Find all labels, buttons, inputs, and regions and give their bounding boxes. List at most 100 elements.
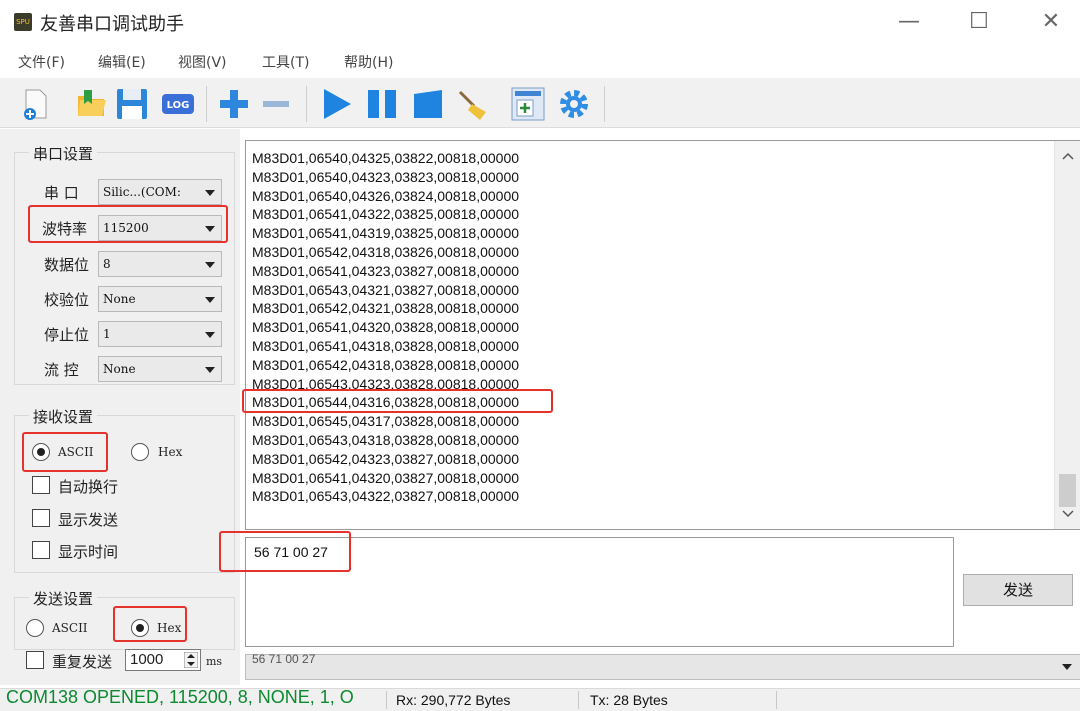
menu-bar: 文件(F) 编辑(E) 视图(V) 工具(T) 帮助(H) (0, 48, 1080, 74)
parity-select[interactable]: None (98, 286, 222, 312)
receive-line: M83D01,06543,04322,03827,00818,00000 (252, 488, 520, 505)
send-settings-group: 发送设置 (14, 588, 235, 650)
stop-icon[interactable] (410, 86, 446, 122)
show-send-label: 显示发送 (58, 511, 119, 529)
open-folder-icon[interactable] (74, 86, 110, 122)
toolbar: LOG (0, 78, 1080, 128)
toolbar-separator (306, 86, 307, 122)
send-textarea[interactable]: 56 71 00 27 (245, 537, 954, 647)
receive-line: M83D01,06544,04316,03828,00818,00000 (252, 394, 520, 411)
parity-label: 校验位 (44, 291, 90, 309)
receive-ascii-radio[interactable] (32, 443, 50, 461)
parity-value: None (103, 292, 136, 306)
send-button[interactable]: 发送 (963, 574, 1073, 606)
window-title: 友善串口调试助手 (40, 14, 184, 35)
scroll-thumb[interactable] (1059, 474, 1076, 507)
status-separator (386, 691, 387, 709)
send-hex-radio[interactable] (131, 619, 149, 637)
flow-value: None (103, 362, 136, 376)
chevron-down-icon (205, 262, 215, 268)
toolbar-separator (206, 86, 207, 122)
receive-line: M83D01,06545,04317,03828,00818,00000 (252, 413, 520, 430)
receive-line: M83D01,06541,04320,03827,00818,00000 (252, 469, 520, 486)
receive-hex-label: Hex (158, 445, 183, 459)
chevron-down-icon[interactable] (1062, 664, 1072, 670)
receive-scrollbar[interactable] (1054, 141, 1080, 529)
send-ascii-label: ASCII (52, 621, 88, 635)
spin-arrows-icon[interactable] (184, 652, 198, 668)
repeat-interval-value: 1000 (130, 651, 164, 668)
menu-help[interactable]: 帮助(H) (344, 52, 393, 72)
clear-broom-icon[interactable] (456, 86, 492, 122)
menu-file[interactable]: 文件(F) (18, 52, 65, 72)
receive-line: M83D01,06542,04321,03828,00818,00000 (252, 300, 520, 317)
pause-icon[interactable] (364, 86, 400, 122)
receive-line: M83D01,06540,04325,03822,00818,00000 (252, 150, 520, 166)
databits-select[interactable]: 8 (98, 251, 222, 277)
scroll-up-icon[interactable] (1062, 151, 1074, 161)
play-icon[interactable] (318, 86, 354, 122)
stopbits-value: 1 (103, 327, 111, 341)
receive-line: M83D01,06543,04323,03828,00818,00000 (252, 375, 520, 392)
toolbar-separator (604, 86, 605, 122)
receive-line: M83D01,06542,04318,03826,00818,00000 (252, 243, 520, 260)
show-send-checkbox[interactable] (32, 509, 50, 527)
scroll-down-icon[interactable] (1062, 509, 1074, 519)
port-value: Silic...(COM: (103, 185, 181, 199)
maximize-button[interactable]: ☐ (956, 6, 1002, 38)
settings-panel: 串口设置 串 口 Silic...(COM: 波特率 115200 数据位 8 … (0, 129, 240, 685)
receive-line: M83D01,06541,04323,03827,00818,00000 (252, 262, 520, 279)
app-icon: SPU (14, 13, 32, 31)
receive-hex-radio[interactable] (131, 443, 149, 461)
stopbits-select[interactable]: 1 (98, 321, 222, 347)
new-file-icon[interactable] (18, 86, 54, 122)
receive-line: M83D01,06541,04318,03828,00818,00000 (252, 337, 520, 354)
ms-unit-label: ms (206, 655, 223, 668)
close-button[interactable]: ✕ (1028, 6, 1074, 38)
baud-label: 波特率 (42, 220, 88, 238)
save-disk-icon[interactable] (114, 86, 150, 122)
log-icon[interactable]: LOG (160, 86, 196, 122)
show-time-checkbox[interactable] (32, 541, 50, 559)
repeat-send-label: 重复发送 (52, 653, 113, 671)
send-settings-title: 发送设置 (29, 588, 98, 609)
flow-label: 流 控 (44, 361, 79, 379)
receive-settings-title: 接收设置 (29, 406, 98, 427)
status-port: COM138 OPENED, 115200, 8, NONE, 1, O (6, 687, 354, 707)
receive-ascii-label: ASCII (58, 445, 94, 459)
log-icon-text: LOG (167, 100, 190, 111)
receive-line: M83D01,06541,04322,03825,00818,00000 (252, 206, 520, 223)
serial-settings-title: 串口设置 (29, 143, 98, 164)
status-bar: COM138 OPENED, 115200, 8, NONE, 1, O Rx:… (0, 687, 1080, 711)
auto-wrap-checkbox[interactable] (32, 476, 50, 494)
new-window-icon[interactable] (510, 86, 546, 122)
repeat-interval-input[interactable]: 1000 (125, 649, 201, 671)
baud-select[interactable]: 115200 (98, 215, 222, 241)
send-text: 56 71 00 27 (254, 544, 328, 560)
menu-view[interactable]: 视图(V) (178, 52, 227, 72)
minimize-button[interactable]: — (886, 6, 932, 38)
menu-edit[interactable]: 编辑(E) (98, 52, 146, 72)
chevron-down-icon (205, 367, 215, 373)
receive-textarea[interactable]: M83D01,06540,04325,03822,00818,00000 M83D… (245, 140, 1080, 530)
send-history-value: 56 71 00 27 (252, 652, 316, 666)
repeat-send-checkbox[interactable] (26, 651, 44, 669)
receive-line: M83D01,06540,04323,03823,00818,00000 (252, 168, 520, 185)
menu-tools[interactable]: 工具(T) (262, 52, 309, 72)
add-plus-icon[interactable] (216, 86, 252, 122)
port-label: 串 口 (44, 184, 79, 202)
chevron-down-icon (205, 332, 215, 338)
port-select[interactable]: Silic...(COM: (98, 179, 222, 205)
chevron-down-icon (205, 190, 215, 196)
receive-lines: M83D01,06540,04325,03822,00818,00000 M83D… (252, 149, 1052, 506)
baud-value: 115200 (103, 221, 149, 235)
remove-minus-icon[interactable] (258, 86, 294, 122)
receive-line: M83D01,06542,04318,03828,00818,00000 (252, 356, 520, 373)
receive-line: M83D01,06540,04326,03824,00818,00000 (252, 187, 520, 204)
auto-wrap-label: 自动换行 (58, 478, 119, 496)
send-history-select[interactable]: 56 71 00 27 (245, 652, 1080, 680)
flow-select[interactable]: None (98, 356, 222, 382)
settings-gear-icon[interactable] (556, 86, 592, 122)
send-ascii-radio[interactable] (26, 619, 44, 637)
chevron-down-icon (205, 226, 215, 232)
